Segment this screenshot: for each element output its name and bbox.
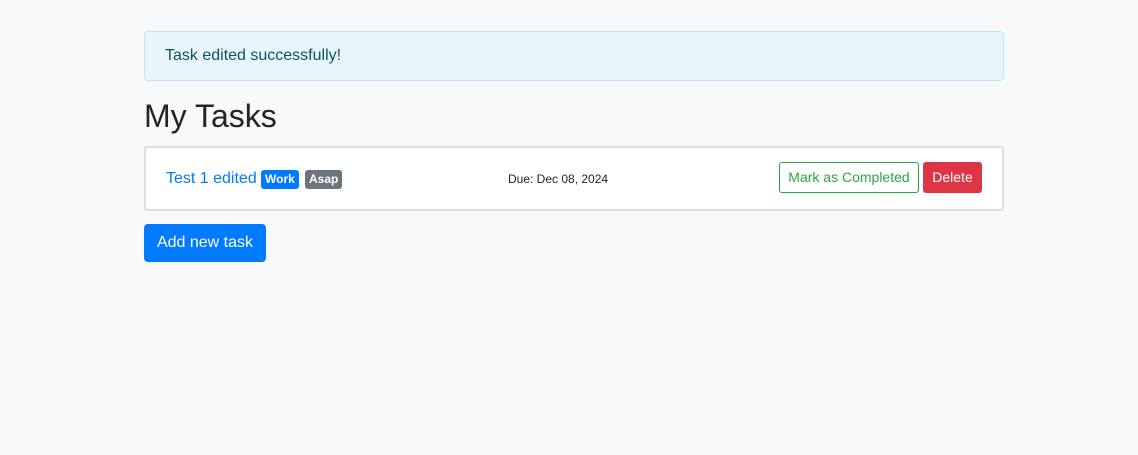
main-container: Task edited successfully! My Tasks Test … [144, 31, 1004, 262]
page-title: My Tasks [144, 98, 277, 134]
tag-badge-work: Work [261, 170, 299, 189]
tag-badge-asap: Asap [305, 170, 343, 189]
due-date: Due: Dec 08, 2024 [508, 172, 609, 186]
delete-button[interactable]: Delete [923, 162, 982, 193]
success-alert: Task edited successfully! [144, 31, 1004, 81]
mark-completed-button[interactable]: Mark as Completed [779, 162, 919, 193]
task-list: Test 1 edited Work Asap Due: Dec 08, 202… [144, 146, 1004, 211]
task-title-link[interactable]: Test 1 edited [166, 168, 257, 190]
add-new-task-button[interactable]: Add new task [144, 224, 266, 262]
alert-message: Task edited successfully! [165, 47, 342, 64]
